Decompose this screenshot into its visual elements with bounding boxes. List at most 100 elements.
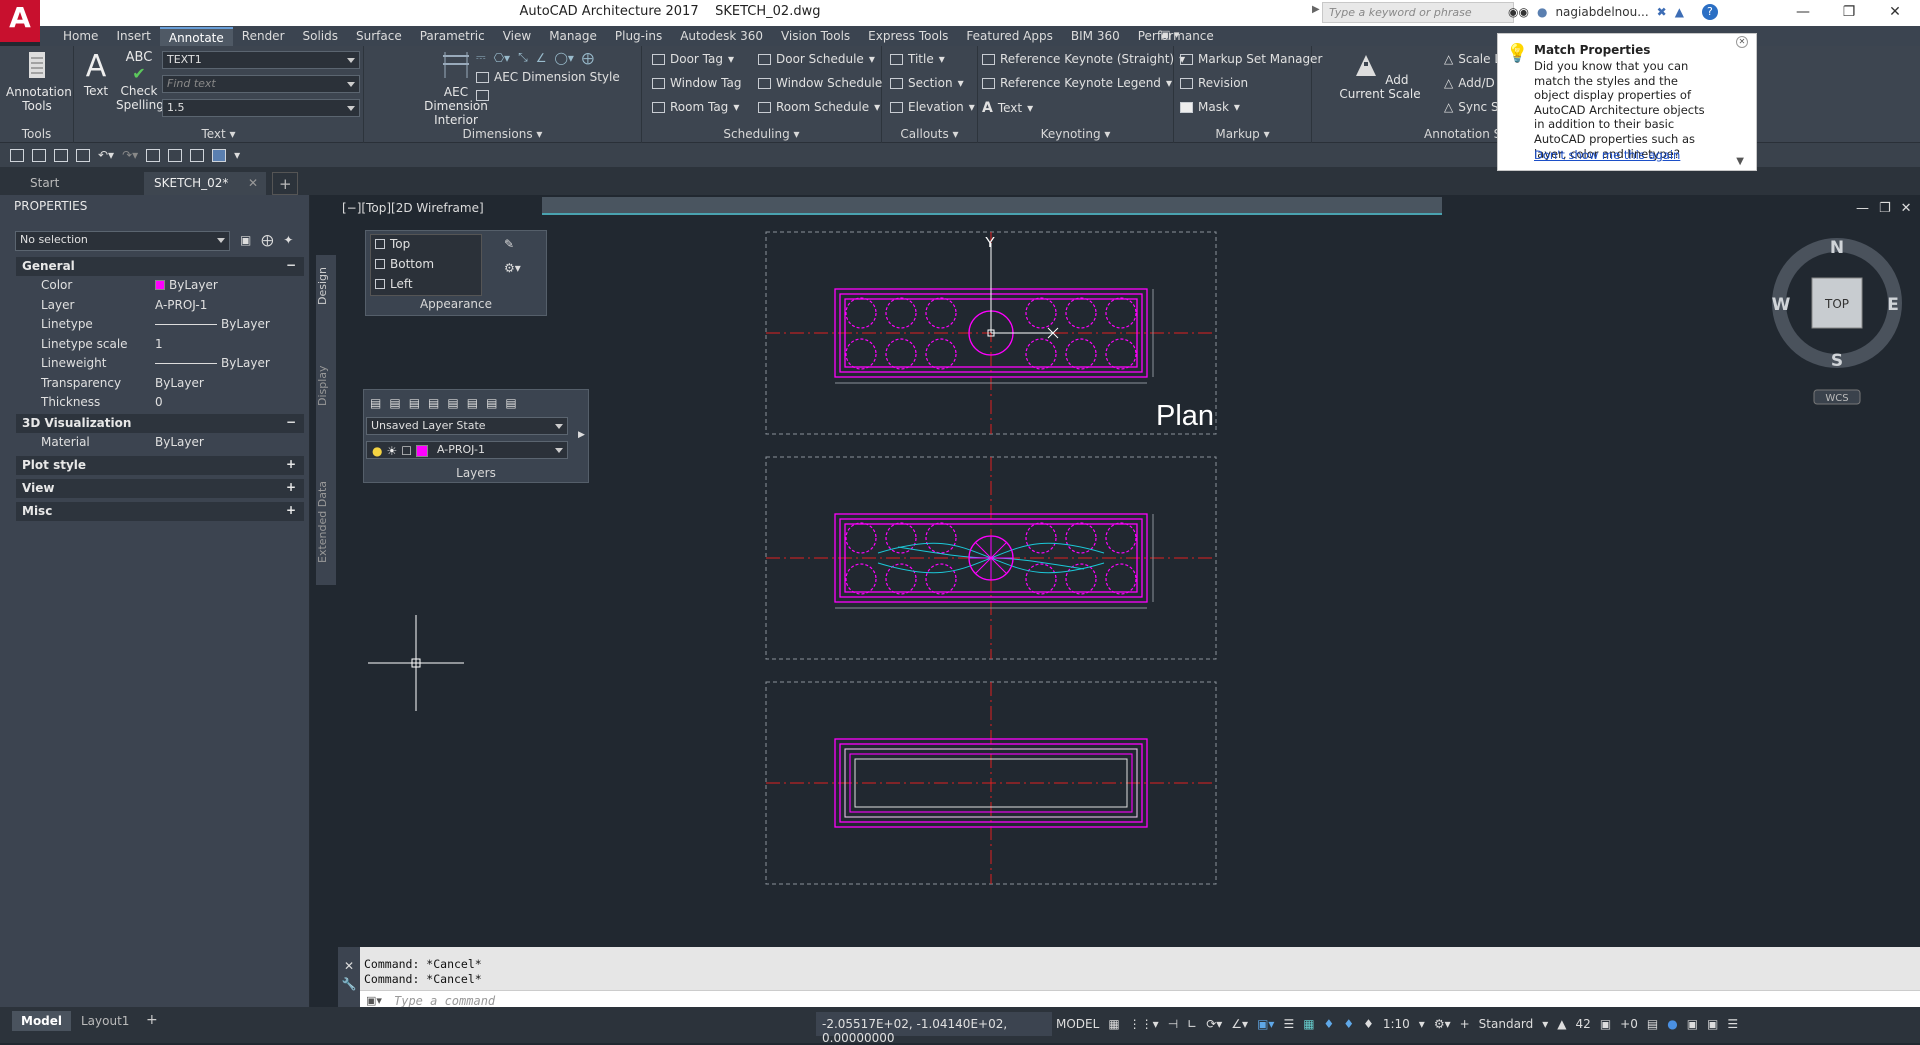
plus-icon[interactable]: + (1460, 1017, 1470, 1031)
scale-list-button[interactable]: △ Scale L (1444, 52, 1501, 66)
grid-icon[interactable]: ▦ (1108, 1017, 1119, 1031)
keynote-text-button[interactable]: A Text ▾ (982, 100, 1033, 116)
layer-lock-icon[interactable]: ▤ (447, 396, 458, 410)
viewcube-top-face[interactable]: TOP (1824, 297, 1849, 311)
quick-select-icon[interactable]: ✦ (283, 233, 293, 247)
isodraft-icon[interactable]: ∠▾ (1231, 1017, 1248, 1031)
ribbon-tab-view[interactable]: View (494, 27, 540, 46)
radius-dim-icon[interactable]: ◯▾ (554, 51, 573, 65)
layer-freeze-icon[interactable]: ▤ (428, 396, 439, 410)
sun-icon[interactable]: ☀ (386, 444, 397, 458)
model-space-toggle[interactable]: MODEL (1056, 1017, 1099, 1031)
vp-minimize-icon[interactable]: — (1856, 201, 1869, 216)
transparency-icon[interactable]: ▦ (1303, 1017, 1314, 1031)
infer-icon[interactable]: ⊣ (1168, 1017, 1178, 1031)
workspace-gear-icon[interactable]: ⚙▾ (1434, 1017, 1451, 1031)
unlock-icon[interactable]: ☐ (401, 444, 412, 458)
reference-keynote-straight-button[interactable]: Reference Keynote (Straight) ▾ (982, 52, 1185, 66)
linear-dim-icon[interactable]: ⎓ (476, 50, 486, 65)
auto-scale-icon[interactable]: ♦ (1343, 1017, 1354, 1031)
text-height-select[interactable]: 1.5 (162, 99, 360, 117)
check-spelling-button[interactable]: ABC ✔ Check Spelling (116, 50, 164, 112)
reference-keynote-legend-button[interactable]: Reference Keynote Legend ▾ (982, 76, 1172, 90)
drawing-canvas[interactable]: Y Plan (338, 215, 1920, 947)
prop-row-layer[interactable]: Layer A-PROJ-1 (16, 296, 304, 315)
bulb-icon[interactable]: ● (372, 444, 382, 458)
properties-icon[interactable] (168, 148, 183, 162)
add-current-scale-button[interactable]: Add Current Scale (1328, 52, 1432, 101)
room-schedule-button[interactable]: Room Schedule ▾ (758, 100, 880, 114)
panel-markup-label[interactable]: Markup ▾ (1174, 127, 1311, 141)
vp-close-icon[interactable]: ✕ (1901, 201, 1912, 216)
exchange-icon[interactable]: ✖ (1657, 5, 1667, 19)
undo-icon[interactable]: ↶▾ (98, 148, 114, 162)
display-config-select[interactable]: Standard (1479, 1017, 1534, 1031)
workspace-icon[interactable] (212, 148, 227, 162)
a360-icon[interactable]: ▲ (1675, 5, 1684, 19)
elevation-callout-button[interactable]: Elevation ▾ (890, 100, 975, 114)
help-icon[interactable]: ? (1701, 4, 1718, 20)
annotation-tools-button[interactable]: Annotation Tools (4, 50, 72, 113)
layer-state-select[interactable]: Unsaved Layer State (366, 417, 568, 435)
section-misc[interactable]: Misc + (16, 502, 304, 521)
markup-set-manager-button[interactable]: Markup Set Manager (1180, 52, 1322, 66)
tab-display[interactable]: Display (316, 341, 336, 431)
window-tag-button[interactable]: Window Tag (652, 76, 741, 90)
text-button[interactable]: A Text (78, 50, 114, 99)
tab-sketch-02[interactable]: SKETCH_02* ✕ (144, 172, 266, 195)
ribbon-tab-render[interactable]: Render (233, 27, 294, 46)
prop-row-transparency[interactable]: Transparency ByLayer (16, 374, 304, 393)
title-callout-button[interactable]: Title ▾ (890, 52, 945, 66)
ribbon-tab-featured-apps[interactable]: Featured Apps (957, 27, 1061, 46)
panel-scheduling-label[interactable]: Scheduling ▾ (642, 127, 881, 141)
match-properties-icon[interactable] (146, 148, 161, 162)
door-tag-button[interactable]: Door Tag ▾ (652, 52, 734, 66)
ribbon-tab-plug-ins[interactable]: Plug-ins (606, 27, 671, 46)
revision-button[interactable]: Revision (1180, 76, 1248, 90)
tooltip-expand-icon[interactable]: ▼ (1736, 156, 1744, 167)
tab-layout1[interactable]: Layout1 (72, 1011, 138, 1031)
find-text-input[interactable]: Find text (162, 75, 360, 93)
aligned-dim-icon[interactable]: ⤡ (518, 50, 528, 65)
lineweight-icon[interactable]: ☰ (1283, 1017, 1294, 1031)
layer-walk-icon[interactable]: ▤ (505, 396, 516, 410)
layer-properties-icon[interactable]: ▤ (370, 396, 381, 410)
view-bottom[interactable]: Bottom (375, 257, 434, 271)
command-prompt-icon[interactable]: ▣▾ (366, 994, 382, 1007)
tab-start[interactable]: Start (20, 172, 140, 195)
prop-row-lineweight[interactable]: Lineweight ByLayer (16, 354, 304, 373)
section-view[interactable]: View + (16, 479, 304, 498)
section-plot-style[interactable]: Plot style + (16, 456, 304, 475)
annotation-scale-icon[interactable]: ♦ (1363, 1017, 1374, 1031)
text-style-select[interactable]: TEXT1 (162, 51, 360, 69)
command-grip[interactable]: ✕ 🔧 (338, 947, 360, 1013)
prop-value[interactable]: ByLayer (155, 278, 218, 292)
clean-screen-icon[interactable]: ▣ (1707, 1017, 1718, 1031)
vp-restore-icon[interactable]: ❐ (1879, 201, 1891, 216)
ribbon-tab-express-tools[interactable]: Express Tools (859, 27, 957, 46)
window-schedule-button[interactable]: Window Schedule (758, 76, 882, 90)
command-customize-icon[interactable]: 🔧 (338, 977, 360, 991)
new-file-icon[interactable] (10, 148, 24, 162)
ribbon-tab-bim-360[interactable]: BIM 360 (1062, 27, 1129, 46)
add-delete-scales-button[interactable]: △ Add/D (1444, 76, 1495, 90)
minimize-button[interactable]: — (1780, 0, 1826, 26)
app-menu-button[interactable]: A (0, 0, 40, 42)
view-top[interactable]: Top (375, 237, 410, 251)
layer-color-swatch[interactable] (416, 445, 429, 457)
ribbon-tab-annotate[interactable]: Annotate (159, 27, 233, 46)
isolate-objects-icon[interactable]: ▣ (1687, 1017, 1698, 1031)
mask-button[interactable]: Mask ▾ (1180, 100, 1240, 114)
compass-east[interactable]: E (1887, 295, 1899, 315)
ortho-icon[interactable]: ∟ (1187, 1017, 1197, 1031)
cut-plane-icon[interactable]: ▲ (1557, 1017, 1566, 1031)
ribbon-tab-vision-tools[interactable]: Vision Tools (772, 27, 859, 46)
prop-row-color[interactable]: Color ByLayer (16, 276, 304, 295)
close-button[interactable]: ✕ (1872, 0, 1918, 26)
print-icon[interactable] (76, 148, 90, 162)
annotation-scale-select[interactable]: 1:10 (1383, 1017, 1410, 1031)
prop-value[interactable]: ByLayer (155, 317, 270, 331)
user-icon[interactable]: ● (1537, 5, 1547, 19)
layer-icon[interactable] (190, 148, 205, 162)
search-expand-icon[interactable]: ▶ (1312, 4, 1320, 22)
